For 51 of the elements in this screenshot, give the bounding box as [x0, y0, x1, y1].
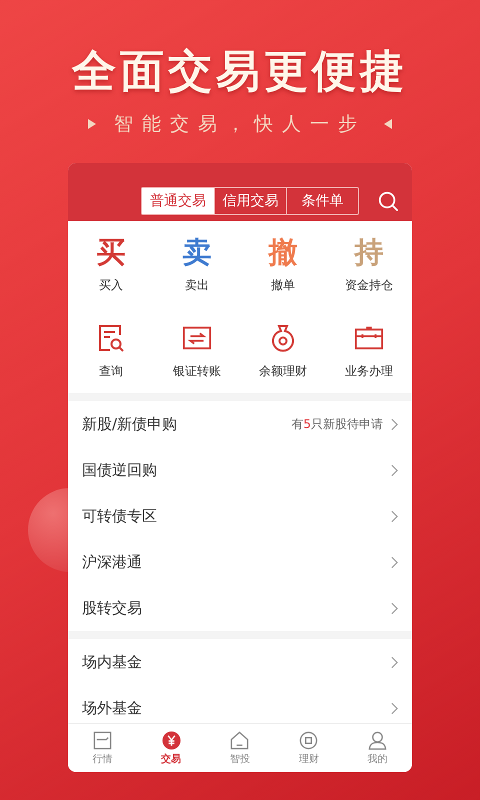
menu-row[interactable]: 可转债专区: [68, 493, 412, 539]
search-icon[interactable]: [378, 191, 398, 211]
row-label: 可转债专区: [82, 506, 158, 526]
subtitle: 智能交易，快人一步: [114, 112, 366, 137]
action-label: 撤单: [271, 276, 295, 294]
chart-box-icon: [92, 730, 112, 750]
chevron-icon: [391, 418, 398, 430]
row-label: 沪深港通: [82, 552, 143, 572]
action-label: 买入: [99, 276, 123, 294]
document-search-icon[interactable]: [96, 322, 126, 352]
triangle-icon: [88, 119, 96, 129]
action-glyph[interactable]: 卖: [182, 234, 212, 268]
menu-row[interactable]: 股转交易: [68, 585, 412, 631]
triangle-icon: [384, 119, 392, 129]
nav-item[interactable]: 智投: [206, 724, 274, 772]
house-icon: [230, 730, 250, 750]
chevron-icon: [391, 702, 398, 714]
menu-row[interactable]: 沪深港通: [68, 539, 412, 585]
tool-label: 余额理财: [259, 362, 307, 380]
row-label: 新股/新债申购: [82, 414, 178, 434]
action-label: 卖出: [185, 276, 209, 294]
nav-item[interactable]: 交易: [136, 724, 206, 772]
action-glyph[interactable]: 买: [96, 234, 126, 268]
action-glyph[interactable]: 撤: [268, 234, 298, 268]
tool-label: 查询: [99, 362, 123, 380]
headline: 全面交易更便捷: [72, 45, 408, 99]
row-hint: 有5只新股待申请: [291, 416, 383, 432]
action-label: 资金持仓: [345, 276, 393, 294]
row-label: 场外基金: [82, 698, 143, 718]
yen-icon: [162, 730, 181, 750]
chevron-icon: [391, 602, 398, 614]
chevron-icon: [391, 556, 398, 568]
nav-item[interactable]: 我的: [343, 724, 412, 772]
menu-row[interactable]: 场外基金: [68, 685, 412, 723]
menu-row[interactable]: 新股/新债申购 有5只新股待申请: [68, 401, 412, 447]
tool-label: 业务办理: [345, 362, 393, 380]
row-label: 股转交易: [82, 598, 143, 618]
row-label: 场内基金: [82, 652, 143, 672]
tab[interactable]: 普通交易: [142, 188, 214, 214]
tab[interactable]: 信用交易: [214, 188, 286, 214]
menu-row[interactable]: 场内基金: [68, 639, 412, 685]
menu-row[interactable]: 国债逆回购: [68, 447, 412, 493]
tab[interactable]: 条件单: [286, 188, 358, 214]
chevron-icon: [391, 510, 398, 522]
chevron-icon: [391, 464, 398, 476]
chevron-icon: [391, 656, 398, 668]
person-icon: [368, 730, 388, 750]
row-label: 国债逆回购: [82, 460, 158, 480]
nav-item[interactable]: 行情: [68, 724, 137, 772]
tool-label: 银证转账: [173, 362, 221, 380]
nav-item[interactable]: 理财: [274, 724, 344, 772]
